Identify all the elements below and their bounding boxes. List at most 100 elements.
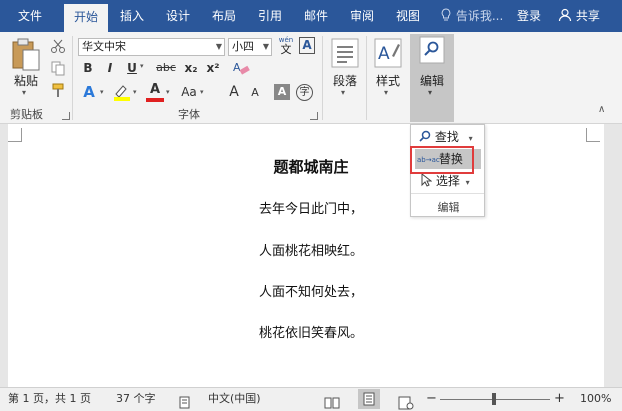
poem-line: 人面桃花相映红。 xyxy=(258,244,363,259)
print-layout-icon xyxy=(363,392,375,406)
crop-mark xyxy=(586,128,600,142)
styles-label: 样式 xyxy=(375,74,400,88)
chevron-down-icon: ▾ xyxy=(428,88,433,97)
grow-font-button[interactable]: A xyxy=(226,82,242,102)
chevron-down-icon: ▾ xyxy=(100,88,104,96)
cursor-arrow-icon xyxy=(421,172,433,187)
font-group-label: 字体 xyxy=(178,108,200,121)
editing-group-label: 编辑 xyxy=(437,201,460,214)
collapse-ribbon-icon[interactable]: ∧ xyxy=(598,104,605,115)
chevron-down-icon: ▾ xyxy=(140,62,144,70)
zoom-level[interactable]: 100% xyxy=(580,388,611,410)
select-menu-item[interactable]: 选择 ▾ xyxy=(415,171,481,191)
web-layout-icon[interactable] xyxy=(398,392,414,411)
clipboard-group-label: 剪贴板 xyxy=(10,108,43,121)
clear-formatting-icon[interactable]: A xyxy=(232,60,250,76)
chevron-down-icon: ▾ xyxy=(384,88,389,97)
poem-line: 去年今日此门中， xyxy=(258,202,363,217)
chevron-down-icon: ▼ xyxy=(262,42,269,51)
paragraph-button[interactable]: 段落 ▾ xyxy=(328,36,362,102)
italic-button[interactable]: I xyxy=(102,60,118,76)
tab-review[interactable]: 审阅 xyxy=(344,0,380,32)
tab-layout[interactable]: 布局 xyxy=(206,0,242,32)
character-shading-button[interactable]: A xyxy=(274,84,290,100)
zoom-out-button[interactable]: − xyxy=(426,388,437,410)
page-count[interactable]: 第 1 页，共 1 页 xyxy=(8,388,91,410)
font-color-swatch xyxy=(146,98,164,102)
find-label: 查找 xyxy=(434,130,459,144)
zoom-slider-thumb[interactable] xyxy=(492,393,496,405)
enclose-characters-button[interactable]: 字 xyxy=(296,84,313,101)
underline-button[interactable]: U xyxy=(124,60,140,76)
svg-text:A: A xyxy=(378,44,390,64)
text-effects-button[interactable]: A xyxy=(80,82,98,102)
highlighter-icon xyxy=(114,85,130,101)
styles-button[interactable]: A 样式 ▾ xyxy=(370,36,406,102)
tab-insert[interactable]: 插入 xyxy=(114,0,150,32)
read-mode-icon[interactable] xyxy=(324,392,340,411)
print-layout-button[interactable] xyxy=(358,389,380,409)
font-launcher-icon[interactable] xyxy=(310,112,318,120)
group-separator xyxy=(72,36,73,120)
font-size-combo[interactable]: 小四 ▼ xyxy=(228,38,272,56)
subscript-button[interactable]: x₂ xyxy=(182,60,200,76)
chevron-down-icon: ▾ xyxy=(465,178,470,187)
format-painter-icon[interactable] xyxy=(50,82,66,98)
language-indicator[interactable]: 中文(中国) xyxy=(208,388,261,410)
tab-references[interactable]: 引用 xyxy=(252,0,288,32)
text-highlight-button[interactable] xyxy=(112,82,132,102)
poem-line: 桃花依旧笑春风。 xyxy=(258,326,363,341)
character-border-button[interactable]: A xyxy=(299,37,315,54)
svg-text:A: A xyxy=(233,61,241,74)
document-area: 题都城南庄 去年今日此门中， 人面桃花相映红。 人面不知何处去， 桃花依旧笑春风… xyxy=(0,124,622,387)
ribbon: 粘贴 ▾ 剪贴板 华文中宋 ▼ 小四 ▼ wén 文 A B I U ▾ abc… xyxy=(0,32,622,124)
styles-icon: A xyxy=(374,38,402,68)
font-color-letter: A xyxy=(149,82,161,97)
phonetic-guide-button[interactable]: wén 文 xyxy=(276,36,296,56)
editing-label: 编辑 xyxy=(419,74,444,88)
paste-button[interactable]: 粘贴 ▾ xyxy=(8,36,44,102)
find-menu-item[interactable]: 查找 ▾ xyxy=(415,127,481,147)
editing-button[interactable]: 编辑 ▾ xyxy=(410,34,454,122)
login-button[interactable]: 登录 xyxy=(517,0,541,32)
crop-mark xyxy=(8,128,22,142)
tab-file[interactable]: 文件 xyxy=(10,0,50,32)
clipboard-launcher-icon[interactable] xyxy=(62,112,70,120)
paste-dropdown-icon: ▾ xyxy=(22,88,27,97)
chevron-down-icon: ▼ xyxy=(215,42,222,51)
tab-mailings[interactable]: 邮件 xyxy=(298,0,334,32)
proofing-icon[interactable] xyxy=(178,392,192,411)
copy-icon[interactable] xyxy=(50,60,66,76)
paragraph-label: 段落 xyxy=(332,74,357,88)
bold-button[interactable]: B xyxy=(80,60,96,76)
tell-me-search[interactable]: 告诉我... xyxy=(440,0,503,32)
tab-view[interactable]: 视图 xyxy=(390,0,426,32)
lightbulb-icon xyxy=(441,8,451,21)
tab-home[interactable]: 开始 xyxy=(64,4,108,32)
chevron-down-icon: ▾ xyxy=(166,88,170,96)
strikethrough-button[interactable]: abc xyxy=(154,60,178,76)
paste-icon xyxy=(12,38,40,71)
tab-design[interactable]: 设计 xyxy=(160,0,196,32)
tell-me-text: 告诉我... xyxy=(455,9,504,23)
shrink-font-button[interactable]: A xyxy=(247,82,263,102)
cut-icon[interactable] xyxy=(50,38,66,54)
font-name-combo[interactable]: 华文中宋 ▼ xyxy=(78,38,225,56)
change-case-button[interactable]: Aa xyxy=(178,82,200,102)
font-name-value: 华文中宋 xyxy=(82,40,126,53)
chevron-down-icon: ▾ xyxy=(341,88,346,97)
dropdown-divider xyxy=(411,193,484,194)
select-label: 选择 xyxy=(435,174,460,188)
poem-title: 题都城南庄 xyxy=(273,158,349,176)
paste-label: 粘贴 xyxy=(13,74,38,88)
paragraph-icon xyxy=(331,38,359,68)
chevron-down-icon: ▾ xyxy=(133,88,137,96)
superscript-button[interactable]: x² xyxy=(204,60,222,76)
font-color-button[interactable]: A xyxy=(146,82,164,102)
person-icon xyxy=(558,8,572,22)
zoom-in-button[interactable]: + xyxy=(554,388,565,410)
replace-highlight-box xyxy=(410,146,474,174)
editing-search-icon xyxy=(419,36,445,64)
share-button[interactable]: 共享 xyxy=(558,0,600,32)
word-count[interactable]: 37 个字 xyxy=(116,388,156,410)
